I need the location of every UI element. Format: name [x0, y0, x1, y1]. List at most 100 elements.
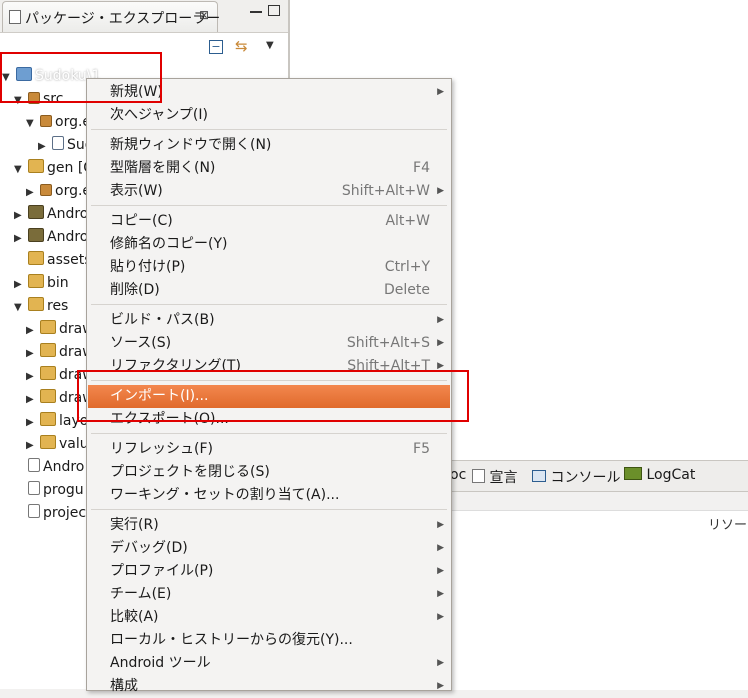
menu-separator — [91, 509, 447, 510]
tree-item[interactable]: ▶ bin — [14, 272, 69, 294]
collapsed-arrow-icon[interactable]: ▶ — [26, 182, 38, 204]
menu-item[interactable]: コピー(C) Alt+W — [88, 210, 450, 233]
tree-item[interactable]: ▼ org.e — [26, 111, 91, 133]
collapsed-arrow-icon[interactable]: ▶ — [26, 412, 38, 434]
menu-item[interactable]: 削除(D) Delete — [88, 279, 450, 302]
folder-icon — [40, 389, 56, 403]
menu-item[interactable]: 貼り付け(P) Ctrl+Y — [88, 256, 450, 279]
menu-item-label: コピー(C) — [110, 213, 173, 229]
collapsed-arrow-icon[interactable]: ▶ — [38, 136, 50, 158]
maximize-icon[interactable] — [268, 5, 280, 16]
submenu-arrow-icon: ▶ — [437, 315, 444, 325]
expanded-arrow-icon[interactable]: ▼ — [26, 113, 38, 135]
column-header-resource: リソー — [708, 518, 748, 533]
collapsed-arrow-icon[interactable]: ▶ — [14, 228, 26, 250]
tab-declaration-label: 宣言 — [489, 470, 518, 486]
menu-item-label: Android ツール — [110, 655, 211, 671]
menu-item[interactable]: 修飾名のコピー(Y) — [88, 233, 450, 256]
menu-item[interactable]: 構成 ▶ — [88, 675, 450, 698]
tree-item[interactable]: progu — [14, 479, 84, 501]
menu-item[interactable]: 新規ウィンドウで開く(N) — [88, 134, 450, 157]
menu-item[interactable]: 実行(R) ▶ — [88, 514, 450, 537]
menu-item[interactable]: ワーキング・セットの割り当て(A)... — [88, 484, 450, 507]
menu-item[interactable]: Android ツール ▶ — [88, 652, 450, 675]
tree-item[interactable]: ▶ valu — [26, 433, 89, 455]
menu-item[interactable]: プロジェクトを閉じる(S) — [88, 461, 450, 484]
tree-item[interactable]: assets — [14, 249, 92, 271]
submenu-arrow-icon: ▶ — [437, 589, 444, 599]
link-with-editor-icon[interactable]: ⇆ — [235, 37, 248, 55]
menu-item[interactable]: ローカル・ヒストリーからの復元(Y)... — [88, 629, 450, 652]
collapsed-arrow-icon[interactable]: ▶ — [26, 435, 38, 457]
tree-item-label: Andro — [47, 206, 89, 222]
tree-item[interactable]: ▶ draw — [26, 341, 94, 363]
package-icon — [40, 115, 52, 127]
tab-logcat[interactable]: LogCat — [624, 467, 695, 483]
tree-item[interactable]: projec — [14, 502, 86, 524]
menu-separator — [91, 433, 447, 434]
menu-item-label: 実行(R) — [110, 517, 159, 533]
expanded-arrow-icon[interactable]: ▼ — [14, 297, 26, 319]
submenu-arrow-icon: ▶ — [437, 338, 444, 348]
tree-item-label: valu — [59, 436, 89, 452]
explorer-tab-bar: パッケージ・エクスプローラー ⊠ — [0, 0, 288, 33]
tree-item-label: res — [47, 298, 69, 314]
menu-item[interactable]: チーム(E) ▶ — [88, 583, 450, 606]
folder-icon — [40, 320, 56, 334]
folder-icon — [28, 251, 44, 265]
collapsed-arrow-icon[interactable]: ▶ — [26, 320, 38, 342]
package-icon — [40, 184, 52, 196]
view-menu-icon[interactable]: ▼ — [266, 40, 274, 51]
collapsed-arrow-icon[interactable]: ▶ — [14, 274, 26, 296]
menu-item[interactable]: 次へジャンプ(I) — [88, 104, 450, 127]
tree-item[interactable]: ▼ gen [G — [14, 157, 94, 179]
minimize-icon[interactable] — [250, 11, 262, 13]
submenu-arrow-icon: ▶ — [437, 520, 444, 530]
tab-javadoc[interactable]: oc — [450, 467, 466, 483]
collapsed-arrow-icon[interactable]: ▶ — [26, 389, 38, 411]
submenu-arrow-icon: ▶ — [437, 658, 444, 668]
library-icon — [28, 205, 44, 219]
collapsed-arrow-icon[interactable]: ▶ — [14, 205, 26, 227]
tree-item[interactable]: ▶ draw — [26, 318, 94, 340]
tree-item[interactable]: Andro — [14, 456, 84, 478]
menu-item[interactable]: ソース(S) Shift+Alt+S ▶ — [88, 332, 450, 355]
expanded-arrow-icon[interactable]: ▼ — [14, 159, 26, 181]
folder-icon — [40, 412, 56, 426]
menu-item-label: ローカル・ヒストリーからの復元(Y)... — [110, 632, 353, 648]
tree-item[interactable]: ▶ org.e — [26, 180, 91, 202]
menu-item[interactable]: 比較(A) ▶ — [88, 606, 450, 629]
menu-item-label: 修飾名のコピー(Y) — [110, 236, 228, 252]
menu-item-label: 構成 — [110, 678, 138, 694]
menu-item-label: チーム(E) — [110, 586, 172, 602]
explorer-title: パッケージ・エクスプローラー — [25, 11, 221, 27]
collapsed-arrow-icon[interactable]: ▶ — [26, 343, 38, 365]
menu-item[interactable]: ビルド・パス(B) ▶ — [88, 309, 450, 332]
tab-console[interactable]: コンソール — [532, 467, 620, 487]
tab-declaration[interactable]: 宣言 — [472, 467, 517, 487]
menu-item-shortcut: Ctrl+Y — [384, 259, 430, 275]
tree-item[interactable]: ▼ res — [14, 295, 68, 317]
menu-item[interactable]: デバッグ(D) ▶ — [88, 537, 450, 560]
explorer-tab[interactable]: パッケージ・エクスプローラー ⊠ — [2, 1, 221, 32]
tree-item-label: Andro — [47, 229, 89, 245]
collapse-all-icon[interactable]: − — [209, 40, 223, 54]
library-icon — [28, 228, 44, 242]
menu-item-shortcut: F5 — [413, 441, 430, 457]
submenu-arrow-icon: ▶ — [437, 543, 444, 553]
annotation-import-highlight — [77, 370, 469, 422]
tree-item-label: bin — [47, 275, 69, 291]
close-icon[interactable]: ⊠ — [199, 8, 209, 22]
folder-icon — [40, 366, 56, 380]
tree-item[interactable]: ▶ Andro — [14, 203, 88, 225]
menu-item[interactable]: リフレッシュ(F) F5 — [88, 438, 450, 461]
menu-item[interactable]: 型階層を開く(N) F4 — [88, 157, 450, 180]
menu-item[interactable]: プロファイル(P) ▶ — [88, 560, 450, 583]
tree-item-label: projec — [43, 505, 87, 521]
menu-item-shortcut: Delete — [384, 282, 430, 298]
menu-item[interactable]: 表示(W) Shift+Alt+W ▶ — [88, 180, 450, 203]
tree-item[interactable]: ▶ Andro — [14, 226, 88, 248]
collapsed-arrow-icon[interactable]: ▶ — [26, 366, 38, 388]
declaration-icon — [472, 469, 485, 483]
logcat-icon — [624, 467, 642, 480]
